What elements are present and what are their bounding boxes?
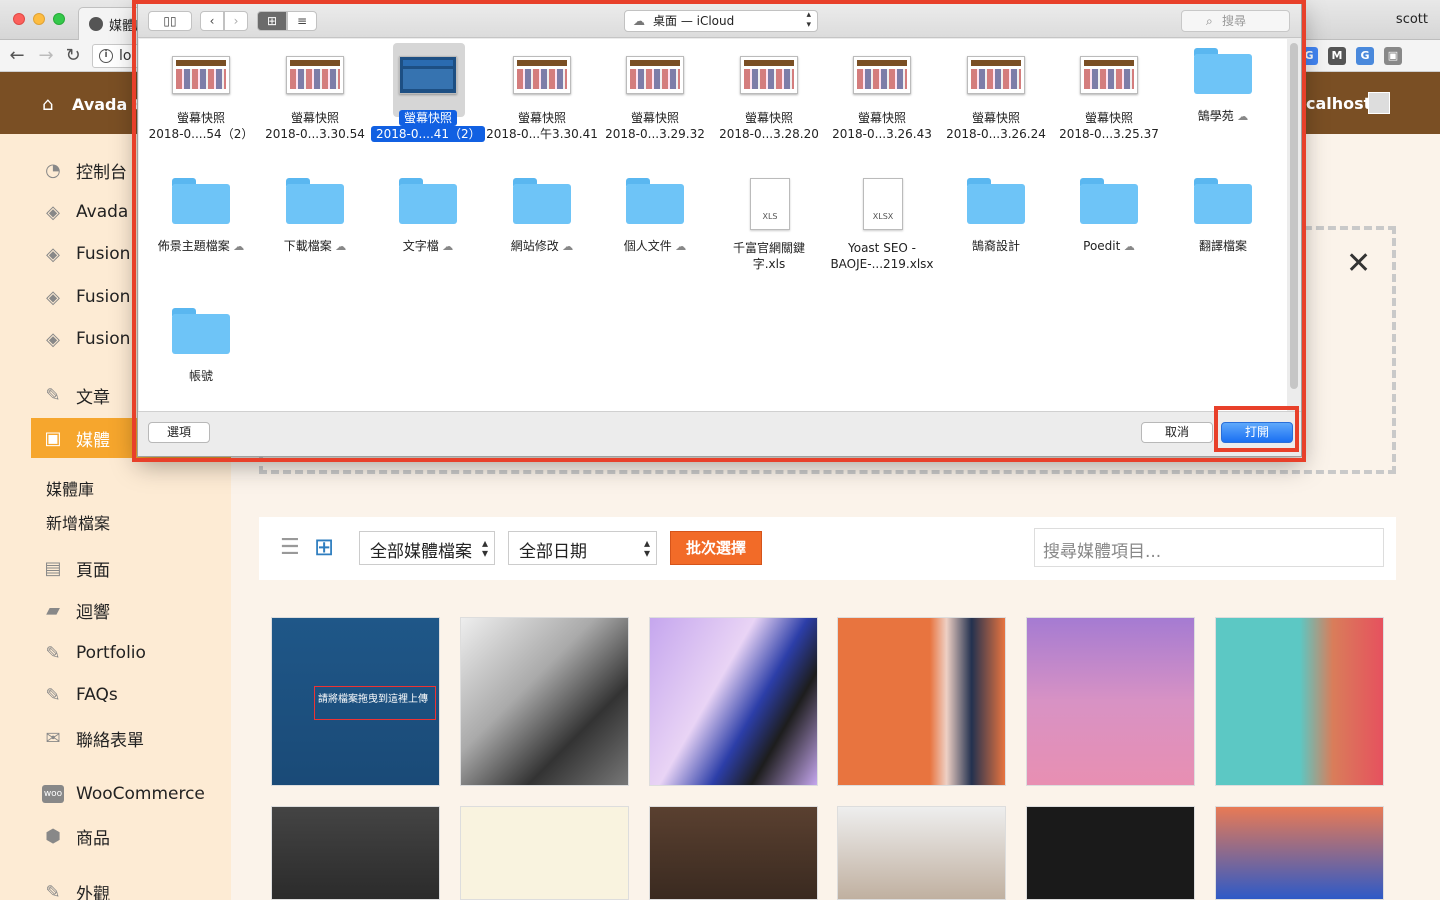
list-view-icon[interactable]: ☰ xyxy=(280,535,300,560)
home-icon[interactable]: ⌂ xyxy=(42,94,53,115)
grid-view-icon[interactable]: ⊞ xyxy=(314,533,334,561)
menu-label: 頁面 xyxy=(76,560,110,581)
open-button-highlight-annotation xyxy=(1214,406,1299,452)
window-minimize-button[interactable] xyxy=(33,13,45,25)
pin-icon: ✎ xyxy=(45,642,61,664)
media-thumbnail[interactable] xyxy=(837,806,1006,900)
menu-label: FAQs xyxy=(76,685,118,705)
menu-label: WooCommerce xyxy=(76,784,205,804)
media-icon: ▣ xyxy=(44,427,62,449)
wordpress-favicon-icon xyxy=(89,17,103,31)
media-thumbnail[interactable] xyxy=(649,806,818,900)
menu-label: 聯絡表單 xyxy=(76,730,144,751)
brush-icon: ✎ xyxy=(45,881,61,900)
media-thumbnail[interactable] xyxy=(460,806,629,900)
submenu-media-library[interactable]: 媒體庫 xyxy=(46,476,94,500)
dialog-highlight-annotation xyxy=(132,0,1306,462)
media-thumbnail[interactable] xyxy=(271,806,440,900)
bulk-select-button[interactable]: 批次選擇 xyxy=(670,531,762,565)
select-value: 全部媒體檔案 xyxy=(370,542,472,562)
fusion-icon: ◈ xyxy=(46,286,60,308)
menu-item-contact[interactable]: ✉ 聯絡表單 xyxy=(0,718,231,758)
media-thumbnail[interactable] xyxy=(1026,617,1195,786)
media-thumbnail[interactable] xyxy=(649,617,818,786)
media-thumbnail[interactable] xyxy=(1215,617,1384,786)
menu-label: Fusion xyxy=(76,329,131,349)
extension-image-icon[interactable]: ▣ xyxy=(1384,47,1402,65)
pin-icon: ✎ xyxy=(45,384,61,406)
forward-arrow-icon[interactable]: → xyxy=(35,45,57,67)
select-value: 全部日期 xyxy=(519,542,587,562)
menu-item-comments[interactable]: ▰ 迴響 xyxy=(0,590,231,630)
comment-icon: ▰ xyxy=(46,599,60,621)
menu-item-faqs[interactable]: ✎ FAQs xyxy=(0,675,231,715)
back-arrow-icon[interactable]: ← xyxy=(6,45,28,67)
window-maximize-button[interactable] xyxy=(53,13,65,25)
pin-icon: ✎ xyxy=(45,684,61,706)
menu-item-portfolio[interactable]: ✎ Portfolio xyxy=(0,633,231,673)
howdy-user-link[interactable]: calhost xyxy=(1306,94,1371,113)
media-thumbnail[interactable] xyxy=(460,617,629,786)
menu-label: 商品 xyxy=(76,828,110,849)
media-thumbnail[interactable] xyxy=(1026,806,1195,900)
menu-label: 控制台 xyxy=(76,162,127,183)
reload-icon[interactable]: ↻ xyxy=(62,45,84,67)
extension-translate-icon[interactable]: G xyxy=(1356,47,1374,65)
media-thumbnail[interactable] xyxy=(1215,806,1384,900)
menu-item-woocommerce[interactable]: woo WooCommerce xyxy=(0,774,231,814)
media-date-select[interactable]: 全部日期 ▴ ▾ xyxy=(508,531,657,565)
menu-label: 迴響 xyxy=(76,602,110,623)
thumb-caption: 請將檔案拖曳到這裡上傳 xyxy=(314,686,436,720)
fusion-icon: ◈ xyxy=(46,328,60,350)
menu-label: 媒體 xyxy=(76,430,110,451)
site-info-icon[interactable]: i xyxy=(99,49,113,63)
media-search-input[interactable]: 搜尋媒體項目... xyxy=(1034,528,1384,567)
close-uploader-icon[interactable]: ✕ xyxy=(1346,246,1371,281)
menu-item-appearance[interactable]: ✎ 外觀 xyxy=(0,872,231,900)
menu-item-pages[interactable]: ▤ 頁面 xyxy=(0,548,231,588)
menu-label: Portfolio xyxy=(76,643,146,663)
window-close-button[interactable] xyxy=(13,13,25,25)
page-icon: ▤ xyxy=(44,557,62,579)
address-text: lo xyxy=(119,48,132,64)
profile-name[interactable]: scott xyxy=(1396,12,1428,27)
media-thumbnail[interactable] xyxy=(837,617,1006,786)
select-arrows-icon: ▴ ▾ xyxy=(481,536,488,560)
menu-label: Fusion xyxy=(76,244,131,264)
woo-icon: woo xyxy=(42,785,64,803)
dashboard-icon: ◔ xyxy=(45,159,61,181)
mail-icon: ✉ xyxy=(45,727,61,749)
menu-label: Avada xyxy=(76,202,129,222)
avada-icon: ◈ xyxy=(46,201,60,223)
fusion-icon: ◈ xyxy=(46,243,60,265)
media-thumbnail[interactable]: 請將檔案拖曳到這裡上傳 xyxy=(271,617,440,786)
media-type-select[interactable]: 全部媒體檔案 ▴ ▾ xyxy=(359,531,495,565)
product-icon: ⬢ xyxy=(45,825,61,847)
menu-label: 文章 xyxy=(76,387,110,408)
avatar[interactable] xyxy=(1368,92,1390,114)
submenu-add-new[interactable]: 新增檔案 xyxy=(46,510,110,534)
extension-gmail-icon[interactable]: M xyxy=(1328,47,1346,65)
select-arrows-icon: ▴ ▾ xyxy=(643,536,650,560)
menu-label: Fusion xyxy=(76,287,131,307)
menu-label: 外觀 xyxy=(76,884,110,900)
menu-item-products[interactable]: ⬢ 商品 xyxy=(0,816,231,856)
